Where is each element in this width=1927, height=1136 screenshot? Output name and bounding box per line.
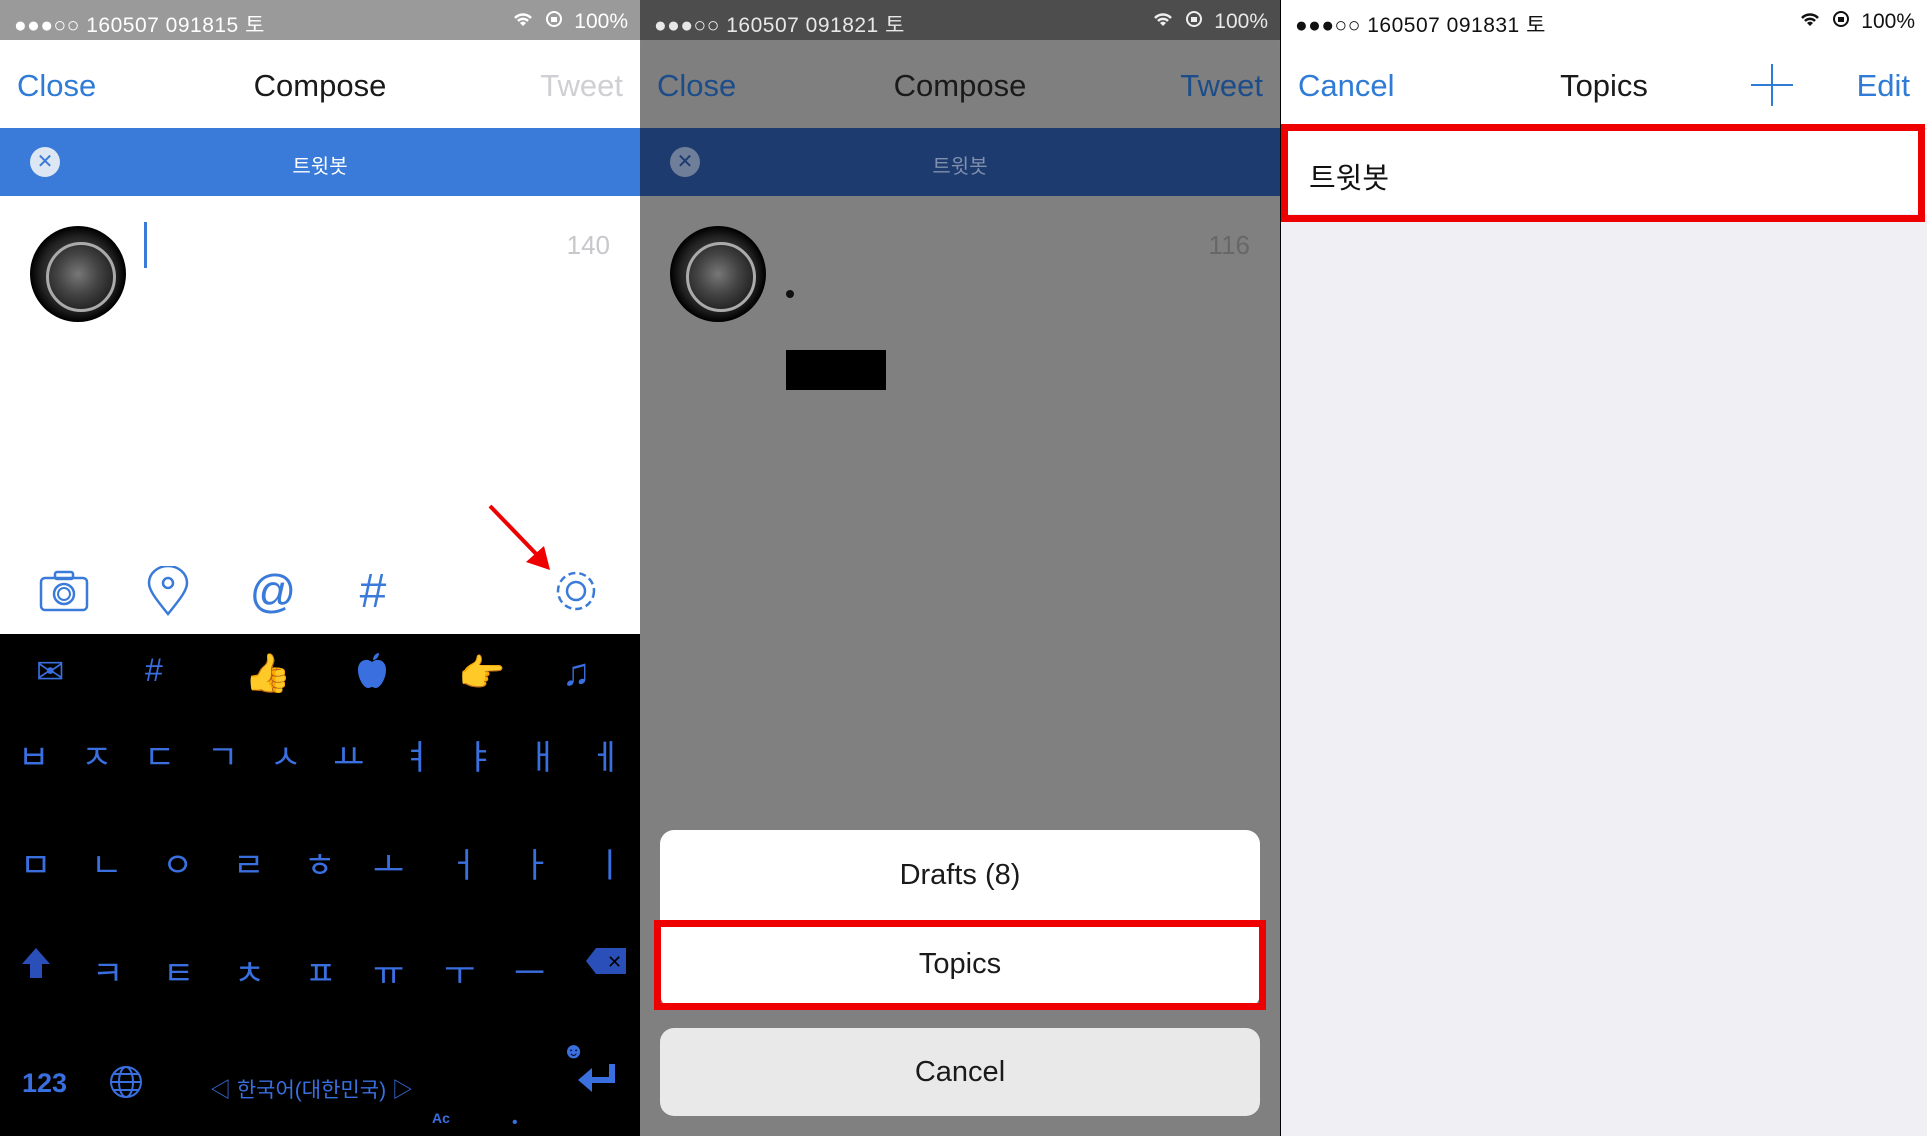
key[interactable]: ㅣ [594,838,625,887]
key[interactable]: ㅌ [163,946,194,995]
wifi-icon [1152,10,1174,34]
dot-icon: • [512,1114,518,1131]
compose-nav-bar: Close Compose Tweet [0,40,640,128]
battery-label: 100% [574,10,628,33]
status-bar: ●●●○○ 160507 091831 토 100% [1281,0,1927,40]
wifi-icon [512,10,534,34]
status-bar: ●●●○○ 160507 091815 토 100% [0,0,640,40]
status-right: 100% [1799,9,1915,35]
page-title: Topics [1560,68,1648,103]
key[interactable]: ㅐ [527,730,558,779]
rotation-lock-icon [1184,9,1204,35]
text-cursor[interactable] [144,222,147,268]
cancel-option[interactable]: Cancel [660,1028,1260,1116]
annotation-arrow-icon [486,502,556,579]
return-icon[interactable] [576,1062,616,1101]
key[interactable]: ㅠ [373,946,404,995]
mention-icon[interactable]: @ [247,565,299,617]
emoji-key[interactable]: # [145,652,163,689]
compose-nav-bar: Close Compose Tweet [640,40,1280,128]
space-key[interactable]: ◁ 한국어(대한민국) ▷ [210,1074,413,1104]
apple-logo-key[interactable] [356,652,388,700]
character-count: 140 [566,230,610,260]
shift-icon[interactable] [20,946,52,989]
highlight-box [1281,124,1925,222]
status-carrier-time: ●●●○○ 160507 091831 토 [1295,14,1546,37]
status-right: 100% [512,9,628,35]
tweet-button[interactable]: Tweet [1180,68,1263,104]
key[interactable]: ㄹ [233,838,264,887]
avatar [30,226,126,322]
status-carrier-time: ●●●○○ 160507 091815 토 [14,14,265,37]
key-row-3: ㅋ ㅌ ㅊ ㅍ ㅠ ㅜ ㅡ ✕ [0,946,640,996]
key[interactable]: ㄷ [144,730,175,779]
screenshot-composite: ●●●○○ 160507 091815 토 100% Close Compose… [0,0,1927,1136]
topics-nav-bar: Cancel Topics Edit [1281,40,1927,129]
battery-label: 100% [1214,10,1268,33]
key[interactable]: ㅑ [464,730,495,779]
key[interactable]: ㅈ [81,730,112,779]
topic-label: 트윗봇 [932,156,988,178]
key[interactable]: ㄱ [207,730,238,779]
autocorrect-icon[interactable]: Aᴄ [432,1110,450,1126]
status-bar: ●●●○○ 160507 091821 토 100% [640,0,1280,40]
character-count: 116 [1208,230,1250,260]
highlight-box [654,920,1266,1010]
key[interactable]: ㅋ [92,946,123,995]
attachment-dot [786,290,794,298]
battery-label: 100% [1861,10,1915,33]
topic-label: 트윗봇 [292,156,348,178]
smiley-icon[interactable]: ☻ [562,1038,585,1064]
key[interactable]: ㄴ [91,838,122,887]
topic-bar: ✕ 트윗봇 [640,128,1280,196]
globe-icon[interactable] [108,1064,144,1105]
compose-action-sheet-screen: ●●●○○ 160507 091821 토 100% Close Compose… [640,0,1280,1136]
drafts-option[interactable]: Drafts (8) [660,830,1260,921]
tweet-button[interactable]: Tweet [540,68,623,104]
compose-screen: ●●●○○ 160507 091815 토 100% Close Compose… [0,0,640,1136]
key[interactable]: ㅇ [162,838,193,887]
key-row-1: ㅂ ㅈ ㄷ ㄱ ㅅ ㅛ ㅕ ㅑ ㅐ ㅔ [0,730,640,780]
rotation-lock-icon [544,9,564,35]
edit-button[interactable]: Edit [1857,68,1910,104]
status-right: 100% [1152,9,1268,35]
backspace-icon[interactable]: ✕ [584,946,628,985]
hashtag-icon[interactable]: # [347,565,399,618]
rotation-lock-icon [1831,9,1851,35]
camera-icon[interactable] [38,565,90,617]
numbers-key[interactable]: 123 [22,1068,67,1099]
key[interactable]: ㅗ [373,838,404,887]
gear-icon[interactable] [550,565,602,617]
status-carrier-time: ●●●○○ 160507 091821 토 [654,14,905,37]
key[interactable]: ㅅ [270,730,301,779]
emoji-key[interactable]: 👍 [244,652,291,696]
attached-image-thumbnail[interactable] [786,350,886,390]
key[interactable]: ㅜ [444,946,475,995]
key[interactable]: ㅍ [305,946,336,995]
avatar [670,226,766,322]
key[interactable]: ㅓ [448,838,479,887]
keyboard: ✉ # 👍 👉 ♫ ㅂ ㅈ ㄷ ㄱ ㅅ ㅛ ㅕ ㅑ ㅐ ㅔ ㅁ ㄴ ㅇ ㄹ ㅎ … [0,634,640,1136]
emoji-key[interactable]: ✉ [36,652,65,692]
wifi-icon [1799,10,1821,34]
add-icon[interactable] [1751,64,1793,106]
key[interactable]: ㅎ [304,838,335,887]
key[interactable]: ㅔ [590,730,621,779]
location-pin-icon[interactable] [142,565,194,617]
emoji-row: ✉ # 👍 👉 ♫ [0,652,640,702]
key[interactable]: ㅛ [333,730,364,779]
key[interactable]: ㅂ [18,730,49,779]
key[interactable]: ㅕ [401,730,432,779]
emoji-key[interactable]: 👉 [458,652,505,696]
emoji-key[interactable]: ♫ [562,652,591,695]
key[interactable]: ㅏ [520,838,551,887]
key[interactable]: ㅡ [514,946,545,995]
key-row-2: ㅁ ㄴ ㅇ ㄹ ㅎ ㅗ ㅓ ㅏ ㅣ [0,838,640,888]
topics-screen: ●●●○○ 160507 091831 토 100% Cancel Topics… [1281,0,1927,1136]
key[interactable]: ㅁ [20,838,51,887]
svg-text:✕: ✕ [607,952,622,973]
topic-bar: ✕ 트윗봇 [0,128,640,196]
key[interactable]: ㅊ [234,946,265,995]
